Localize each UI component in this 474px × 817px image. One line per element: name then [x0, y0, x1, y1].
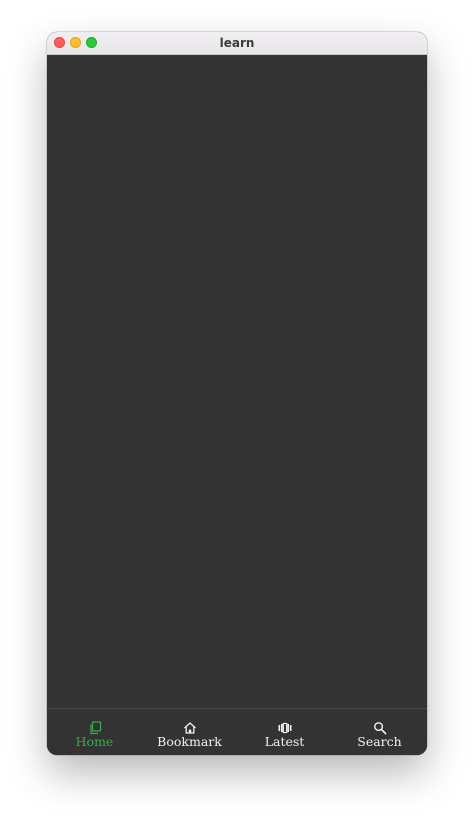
bottom-tab-bar: Home Bookmark Latest Search — [47, 708, 427, 755]
tab-latest[interactable]: Latest — [237, 709, 332, 755]
title-bar: learn — [47, 32, 427, 55]
tab-home[interactable]: Home — [47, 709, 142, 755]
tab-search[interactable]: Search — [332, 709, 427, 755]
search-icon — [373, 722, 386, 735]
copy-icon — [89, 721, 101, 735]
minimize-window-button[interactable] — [70, 37, 81, 48]
home-icon — [183, 722, 196, 734]
zoom-window-button[interactable] — [86, 37, 97, 48]
window-controls — [54, 37, 97, 48]
close-window-button[interactable] — [54, 37, 65, 48]
app-window: learn Home Bookmark Latest Search — [47, 32, 427, 755]
main-content — [47, 55, 427, 709]
tab-home-label: Home — [75, 734, 114, 749]
tab-bookmark[interactable]: Bookmark — [142, 709, 237, 755]
carousel-icon — [278, 722, 291, 734]
tab-search-label: Search — [357, 734, 402, 749]
window-title: learn — [219, 36, 255, 50]
tab-latest-label: Latest — [264, 734, 305, 749]
tab-bookmark-label: Bookmark — [157, 734, 222, 749]
